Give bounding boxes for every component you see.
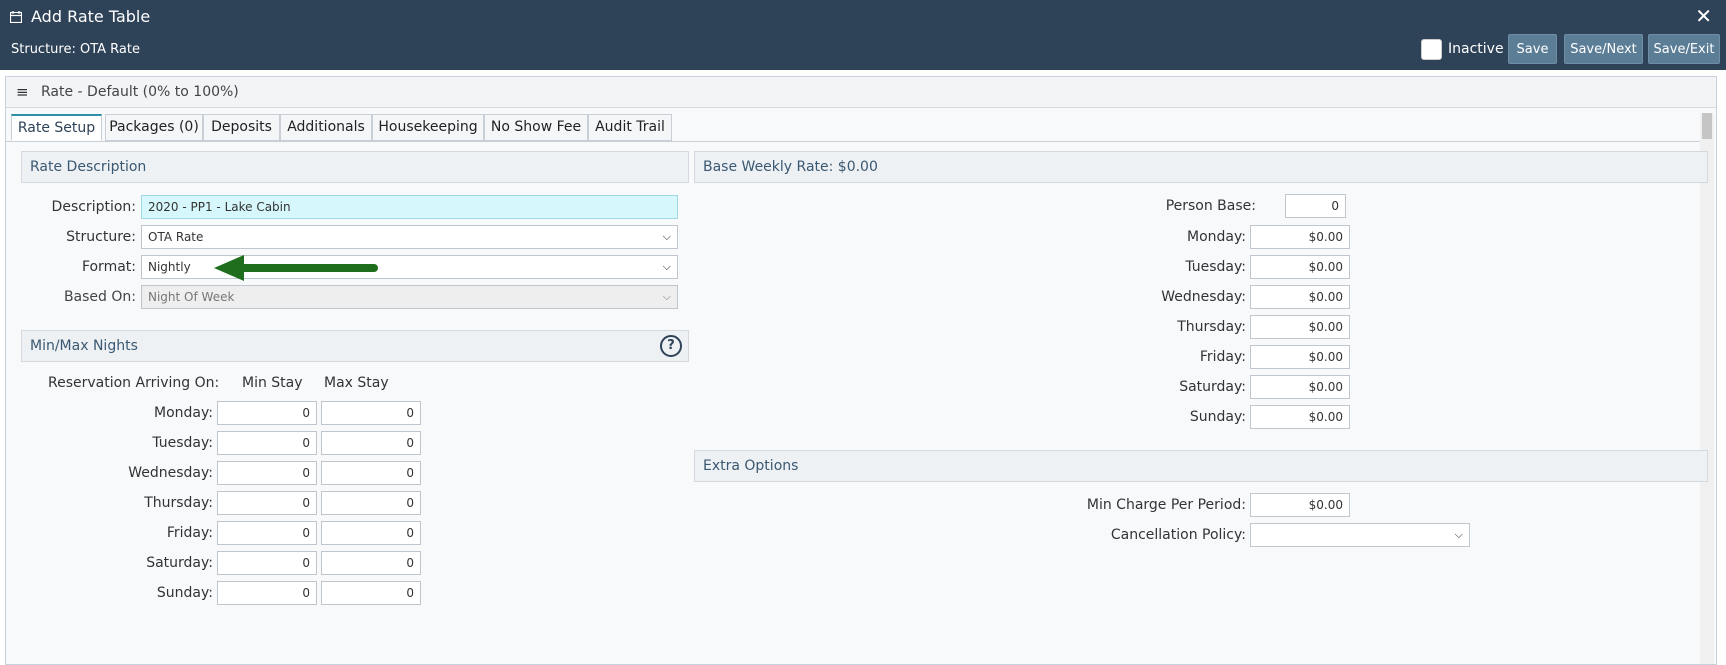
min-stay-input[interactable]: 0	[217, 401, 317, 425]
rate-frame: ≡ Rate - Default (0% to 100%) Rate Setup…	[5, 76, 1717, 665]
tab-housekeeping[interactable]: Housekeeping	[372, 114, 484, 141]
description-label: Description:	[51, 199, 136, 215]
weekday-rate-input[interactable]: $0.00	[1250, 375, 1350, 399]
tab-audit-trail[interactable]: Audit Trail	[588, 114, 672, 141]
format-select-value: Nightly	[148, 260, 191, 274]
max-stay-input[interactable]: 0	[321, 431, 421, 455]
weekday-rate-label: Saturday:	[1179, 379, 1246, 395]
based-on-select-value: Night Of Week	[148, 290, 235, 304]
save-exit-button[interactable]: Save/Exit	[1648, 34, 1720, 64]
inactive-label: Inactive	[1448, 41, 1504, 57]
tab-additionals[interactable]: Additionals	[280, 114, 372, 141]
based-on-select: Night Of Week ⌵	[141, 285, 678, 309]
min-max-nights-header: Min/Max Nights	[21, 330, 689, 362]
arrival-day-label: Saturday:	[146, 555, 213, 571]
weekday-rate-input[interactable]: $0.00	[1250, 285, 1350, 309]
window-title: Add Rate Table	[31, 7, 151, 26]
person-base-label: Person Base:	[1165, 198, 1256, 214]
max-stay-input[interactable]: 0	[321, 551, 421, 575]
calendar-icon	[10, 11, 22, 23]
cancellation-policy-select[interactable]: ⌵	[1250, 523, 1470, 547]
tab-no-show-fee[interactable]: No Show Fee	[484, 114, 588, 141]
arriving-on-label: Reservation Arriving On:	[48, 375, 220, 391]
min-stay-input[interactable]: 0	[217, 431, 317, 455]
cancellation-policy-label: Cancellation Policy:	[1110, 527, 1246, 543]
save-button[interactable]: Save	[1508, 34, 1557, 64]
structure-label: Structure:	[66, 229, 136, 245]
annotation-arrow-icon	[214, 255, 378, 281]
tab-rate-setup[interactable]: Rate Setup	[11, 114, 102, 141]
min-stay-header: Min Stay	[242, 375, 303, 391]
weekday-rate-label: Monday:	[1187, 229, 1246, 245]
min-stay-input[interactable]: 0	[217, 581, 317, 605]
chevron-down-icon: ⌵	[662, 230, 671, 243]
window-header: Add Rate Table ✕ Structure: OTA Rate Ina…	[0, 0, 1726, 70]
arrival-day-label: Wednesday:	[128, 465, 213, 481]
weekday-rate-input[interactable]: $0.00	[1250, 225, 1350, 249]
max-stay-input[interactable]: 0	[321, 521, 421, 545]
max-stay-header: Max Stay	[324, 375, 389, 391]
min-stay-input[interactable]: 0	[217, 491, 317, 515]
tab-deposits[interactable]: Deposits	[203, 114, 280, 141]
arrival-day-label: Friday:	[166, 525, 213, 541]
close-icon[interactable]: ✕	[1695, 4, 1712, 28]
chevron-down-icon: ⌵	[1454, 528, 1463, 541]
extra-options-header: Extra Options	[694, 450, 1708, 482]
arrival-day-label: Monday:	[154, 405, 213, 421]
weekday-rate-label: Thursday:	[1177, 319, 1246, 335]
weekday-rate-input[interactable]: $0.00	[1250, 405, 1350, 429]
arrival-day-label: Thursday:	[144, 495, 213, 511]
min-stay-input[interactable]: 0	[217, 461, 317, 485]
weekday-rate-input[interactable]: $0.00	[1250, 345, 1350, 369]
chevron-down-icon: ⌵	[662, 290, 671, 303]
min-stay-input[interactable]: 0	[217, 551, 317, 575]
max-stay-input[interactable]: 0	[321, 581, 421, 605]
inactive-checkbox[interactable]	[1421, 39, 1442, 60]
tab-divider	[6, 141, 1700, 142]
frame-title: Rate - Default (0% to 100%)	[41, 84, 239, 100]
arrival-day-label: Sunday:	[156, 585, 213, 601]
description-input[interactable]: 2020 - PP1 - Lake Cabin	[141, 195, 678, 219]
min-charge-label: Min Charge Per Period:	[1086, 497, 1246, 513]
max-stay-input[interactable]: 0	[321, 491, 421, 515]
format-label: Format:	[81, 259, 136, 275]
base-weekly-rate-header: Base Weekly Rate: $0.00	[694, 151, 1708, 183]
vertical-scrollbar[interactable]	[1700, 113, 1714, 664]
min-stay-input[interactable]: 0	[217, 521, 317, 545]
max-stay-input[interactable]: 0	[321, 401, 421, 425]
weekday-rate-label: Wednesday:	[1161, 289, 1246, 305]
structure-select-value: OTA Rate	[148, 230, 204, 244]
weekday-rate-label: Sunday:	[1189, 409, 1246, 425]
structure-subtitle: Structure: OTA Rate	[11, 42, 140, 57]
structure-select[interactable]: OTA Rate ⌵	[141, 225, 678, 249]
max-stay-input[interactable]: 0	[321, 461, 421, 485]
weekday-rate-input[interactable]: $0.00	[1250, 255, 1350, 279]
save-next-button[interactable]: Save/Next	[1564, 34, 1643, 64]
frame-header: ≡ Rate - Default (0% to 100%)	[6, 77, 1716, 108]
hamburger-icon[interactable]: ≡	[16, 83, 29, 101]
tab-packages[interactable]: Packages (0)	[105, 114, 203, 141]
person-base-input[interactable]: 0	[1285, 194, 1346, 218]
weekday-rate-label: Friday:	[1199, 349, 1246, 365]
help-icon[interactable]: ?	[660, 335, 682, 357]
chevron-down-icon: ⌵	[662, 260, 671, 273]
weekday-rate-input[interactable]: $0.00	[1250, 315, 1350, 339]
based-on-label: Based On:	[63, 289, 136, 305]
arrival-day-label: Tuesday:	[152, 435, 213, 451]
rate-description-header: Rate Description	[21, 151, 689, 183]
min-charge-input[interactable]: $0.00	[1250, 493, 1350, 517]
weekday-rate-label: Tuesday:	[1185, 259, 1246, 275]
